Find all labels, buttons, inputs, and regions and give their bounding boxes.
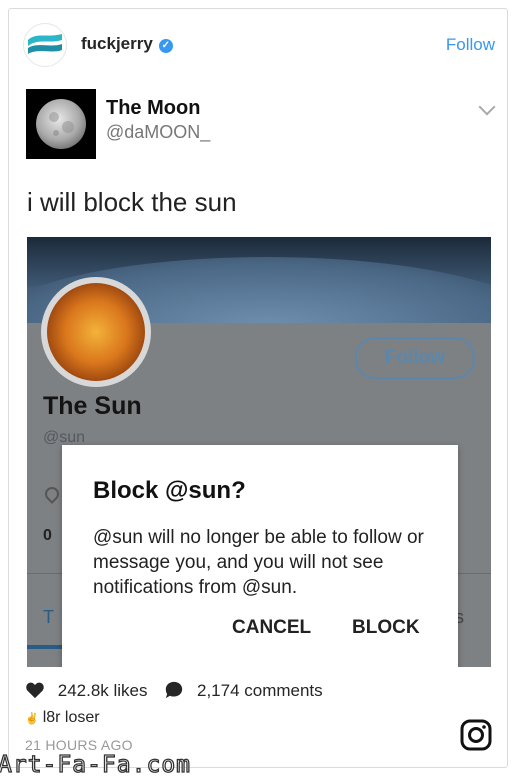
tweet-text: i will block the sun [27,187,237,217]
sun-avatar [47,283,145,381]
username-text[interactable]: fuckjerry [81,34,153,53]
post-image: The Moon @daMOON_ i will block the sun F… [9,79,507,667]
tweet-author-name: The Moon [106,97,201,119]
instagram-post-card: fuckjerry ✓ Follow The Moon @daMOON_ i w… [8,8,508,768]
dialog-title: Block @sun? [93,477,246,504]
tweet-author-handle: @daMOON_ [106,122,211,142]
post-caption: ✌ l8r loser [25,709,100,727]
brushstroke-logo-icon [28,34,62,54]
post-timestamp[interactable]: 21 HOURS AGO [25,737,133,753]
profile-screenshot: Follow The Sun @sun 0 T s Block @sun? @s… [27,237,491,667]
account-avatar[interactable] [23,23,67,67]
instagram-logo-icon[interactable] [460,719,492,751]
dialog-block-button: BLOCK [352,617,420,638]
profile-name: The Sun [43,392,142,420]
active-tab-indicator [27,645,67,649]
site-watermark: Art-Fa-Fa.com [0,751,192,778]
account-username[interactable]: fuckjerry ✓ [81,34,173,54]
caption-text: l8r loser [42,709,100,726]
dialog-cancel-button: CANCEL [232,617,312,638]
heart-icon[interactable] [25,681,45,699]
peace-hand-icon: ✌ [25,713,39,725]
comment-bubble-icon[interactable] [164,681,184,699]
post-header: fuckjerry ✓ Follow [9,9,507,79]
verified-badge-icon: ✓ [158,39,173,53]
engagement-row: 242.8k likes 2,174 comments [25,681,323,705]
profile-tab-tweets: T [43,607,54,627]
follow-button[interactable]: Follow [446,35,495,55]
likes-count[interactable]: 242.8k likes [58,681,148,700]
dialog-body: @sun will no longer be able to follow or… [93,527,424,598]
moon-avatar-icon [36,99,86,149]
chevron-down-icon [478,98,496,116]
profile-follow-button: Follow [355,337,475,379]
block-dialog: Block @sun? @sun will no longer be able … [62,445,458,667]
comments-count[interactable]: 2,174 comments [197,681,323,700]
tweet-avatar [26,89,96,159]
profile-count: 0 [43,527,52,544]
